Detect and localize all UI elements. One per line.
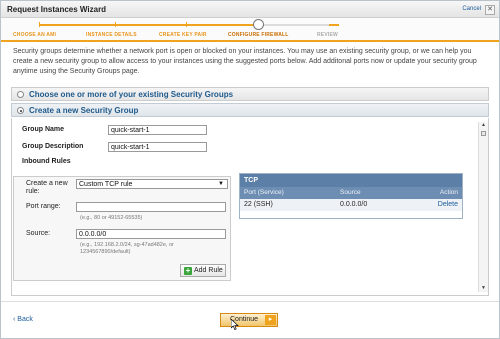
form-scrollbar[interactable]: ▲ ▼ xyxy=(478,122,488,292)
existing-groups-label[interactable]: Choose one or more of your existing Secu… xyxy=(29,90,233,99)
source-hint-line2: 1234567890/default) xyxy=(80,249,131,255)
create-group-label[interactable]: Create a new Security Group xyxy=(29,106,138,115)
step-review: REVIEW xyxy=(317,32,338,38)
close-icon[interactable]: ✕ xyxy=(485,5,495,15)
intro-text: Security groups determine whether a netw… xyxy=(13,48,477,75)
tcp-rules-table: TCP Port (Service) Source Action 22 (SSH… xyxy=(239,173,463,219)
inbound-rules-label: Inbound Rules xyxy=(22,158,71,165)
plus-icon: + xyxy=(184,266,192,275)
add-rule-label: Add Rule xyxy=(194,267,223,274)
existing-groups-option[interactable]: Choose one or more of your existing Secu… xyxy=(11,87,489,101)
group-name-input[interactable] xyxy=(108,125,207,135)
existing-groups-radio[interactable] xyxy=(17,91,24,98)
rule-editor: Create a new rule: Custom TCP rule ▼ Por… xyxy=(13,176,231,281)
tcp-table-header: Port (Service) Source Action xyxy=(240,187,462,199)
group-description-input[interactable] xyxy=(108,142,207,152)
column-action: Action xyxy=(439,189,458,196)
row-source: 0.0.0.0/0 xyxy=(340,201,368,208)
group-name-label: Group Name xyxy=(22,126,65,133)
request-instances-wizard: Request Instances Wizard Cancel ✕ CHOOSE… xyxy=(0,0,500,339)
source-hint-line1: (e.g., 192.168.2.0/24, sg-47ad482e, or xyxy=(80,242,174,248)
chevron-down-icon: ▼ xyxy=(218,181,224,187)
tcp-table-title: TCP xyxy=(240,174,462,187)
mouse-cursor-icon xyxy=(231,319,239,330)
port-range-hint: (e.g., 80 or 49152-65535) xyxy=(80,215,143,221)
create-rule-label: Create a new rule: xyxy=(26,180,68,195)
step-marker xyxy=(39,22,40,27)
delete-rule-link[interactable]: Delete xyxy=(438,201,458,208)
table-row: 22 (SSH) 0.0.0.0/0 Delete xyxy=(240,199,462,211)
step-configure-firewall: CONFIGURE FIREWALL xyxy=(228,32,289,38)
scroll-up-icon[interactable]: ▲ xyxy=(480,122,487,129)
title-bar: Request Instances Wizard Cancel ✕ xyxy=(1,1,499,18)
rule-type-select[interactable]: Custom TCP rule ▼ xyxy=(76,179,228,189)
row-port: 22 (SSH) xyxy=(244,201,273,208)
port-range-label: Port range: xyxy=(26,203,61,210)
scroll-thumb[interactable] xyxy=(481,131,486,136)
column-port: Port (Service) xyxy=(244,189,284,196)
group-description-label: Group Description xyxy=(22,143,84,150)
column-source: Source xyxy=(340,189,361,196)
step-choose-ami: CHOOSE AN AMI xyxy=(13,32,57,38)
create-group-radio[interactable] xyxy=(17,107,24,114)
scroll-down-icon[interactable]: ▼ xyxy=(480,285,487,292)
cancel-link[interactable]: Cancel xyxy=(462,6,481,12)
current-step-marker xyxy=(253,19,264,30)
wizard-footer: ‹ Back Continue ▸ xyxy=(1,301,499,338)
create-group-option[interactable]: Create a new Security Group xyxy=(11,103,489,117)
source-input[interactable] xyxy=(76,229,226,239)
step-instance-details: INSTANCE DETAILS xyxy=(86,32,137,38)
wizard-steps: CHOOSE AN AMI INSTANCE DETAILS CREATE KE… xyxy=(1,18,499,42)
rule-type-value: Custom TCP rule xyxy=(79,181,133,188)
continue-button[interactable]: Continue ▸ xyxy=(220,313,278,327)
step-marker xyxy=(186,22,187,27)
source-label: Source: xyxy=(26,230,51,237)
arrow-right-icon: ▸ xyxy=(265,315,276,325)
back-link[interactable]: ‹ Back xyxy=(13,316,33,323)
step-marker xyxy=(115,22,116,27)
progress-line-pending xyxy=(259,24,329,26)
port-range-input[interactable] xyxy=(76,202,226,212)
add-rule-button[interactable]: + Add Rule xyxy=(180,264,226,277)
step-create-key-pair: CREATE KEY PAIR xyxy=(159,32,207,38)
window-title: Request Instances Wizard xyxy=(7,5,107,14)
